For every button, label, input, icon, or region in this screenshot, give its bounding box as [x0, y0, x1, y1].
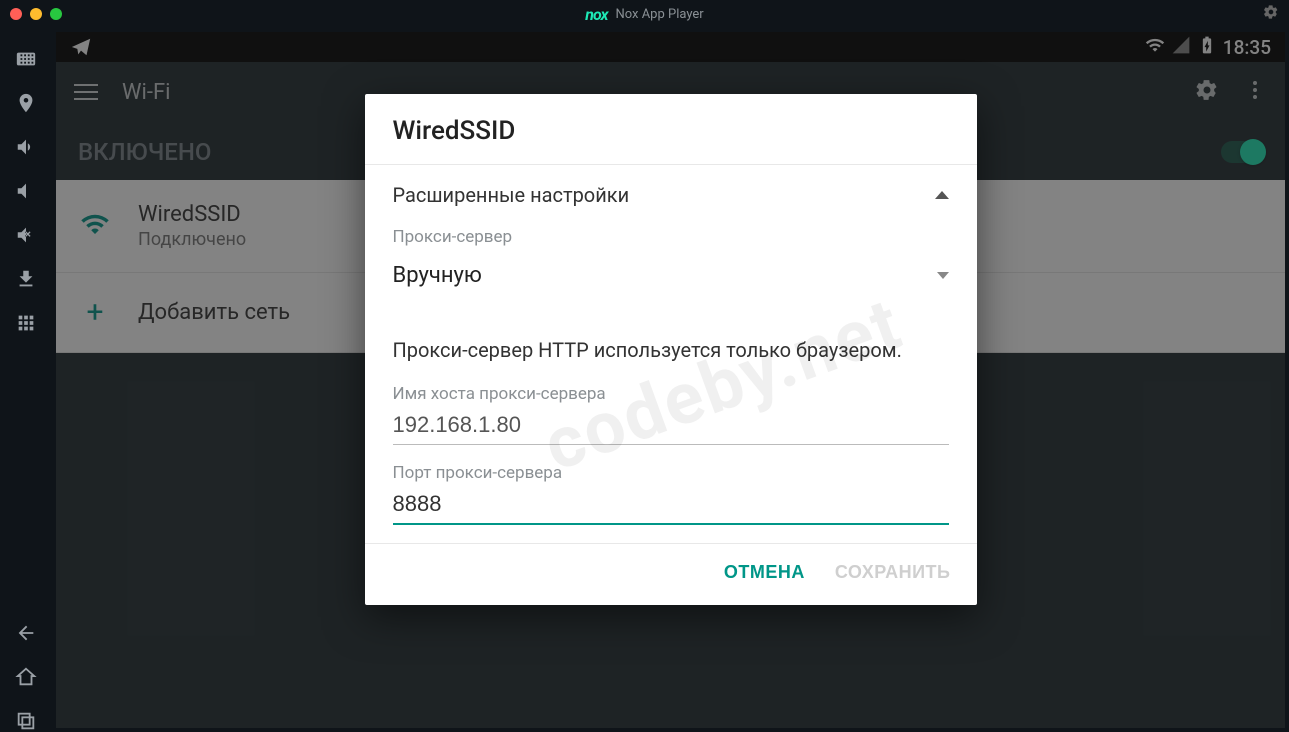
maximize-window-button[interactable] [50, 8, 62, 20]
proxy-info-text: Прокси-сервер HTTP используется только б… [393, 336, 949, 364]
content-row: 18:35 Wi-Fi ВКЛЮЧЕНО WiredSSI [0, 28, 1289, 732]
chevron-up-icon [935, 191, 949, 199]
port-label: Порт прокси-сервера [393, 463, 949, 483]
dialog-body: Расширенные настройки Прокси-сервер Вруч… [365, 164, 977, 544]
port-input[interactable] [393, 483, 949, 525]
settings-menu-button[interactable] [1263, 4, 1279, 24]
window-title: Nox App Player [615, 7, 703, 22]
nox-sidebar [0, 28, 52, 732]
volume-up-icon[interactable] [15, 136, 37, 158]
back-icon[interactable] [15, 622, 37, 644]
hostname-label: Имя хоста прокси-сервера [393, 384, 949, 404]
more-tools-icon[interactable] [15, 312, 37, 334]
modal-scrim[interactable]: WiredSSID Расширенные настройки Прокси-с… [56, 32, 1285, 728]
volume-down-icon[interactable] [15, 180, 37, 202]
recent-apps-icon[interactable] [15, 710, 37, 732]
title-bar-center: nox Nox App Player [585, 5, 703, 24]
nox-logo: nox [585, 5, 607, 24]
dropdown-caret-icon [937, 272, 949, 279]
advanced-settings-expander[interactable]: Расширенные настройки [393, 165, 949, 221]
hostname-input[interactable] [393, 404, 949, 445]
volume-mute-icon[interactable] [15, 224, 37, 246]
advanced-settings-label: Расширенные настройки [393, 183, 630, 207]
keyboard-icon[interactable] [15, 48, 37, 70]
save-button[interactable]: СОХРАНИТЬ [835, 562, 951, 583]
window-controls [10, 8, 62, 20]
proxy-label: Прокси-сервер [393, 227, 949, 247]
apk-install-icon[interactable] [15, 268, 37, 290]
location-icon[interactable] [15, 92, 37, 114]
wifi-settings-dialog: WiredSSID Расширенные настройки Прокси-с… [365, 94, 977, 605]
dialog-actions: ОТМЕНА СОХРАНИТЬ [365, 544, 977, 605]
close-window-button[interactable] [10, 8, 22, 20]
proxy-value: Вручную [393, 263, 482, 288]
dialog-title: WiredSSID [365, 94, 977, 164]
minimize-window-button[interactable] [30, 8, 42, 20]
home-icon[interactable] [15, 666, 37, 688]
proxy-select[interactable]: Вручную [393, 247, 949, 310]
window: nox Nox App Player [0, 0, 1289, 732]
cancel-button[interactable]: ОТМЕНА [724, 562, 805, 583]
emulator-screen: 18:35 Wi-Fi ВКЛЮЧЕНО WiredSSI [56, 32, 1285, 728]
title-bar: nox Nox App Player [0, 0, 1289, 28]
